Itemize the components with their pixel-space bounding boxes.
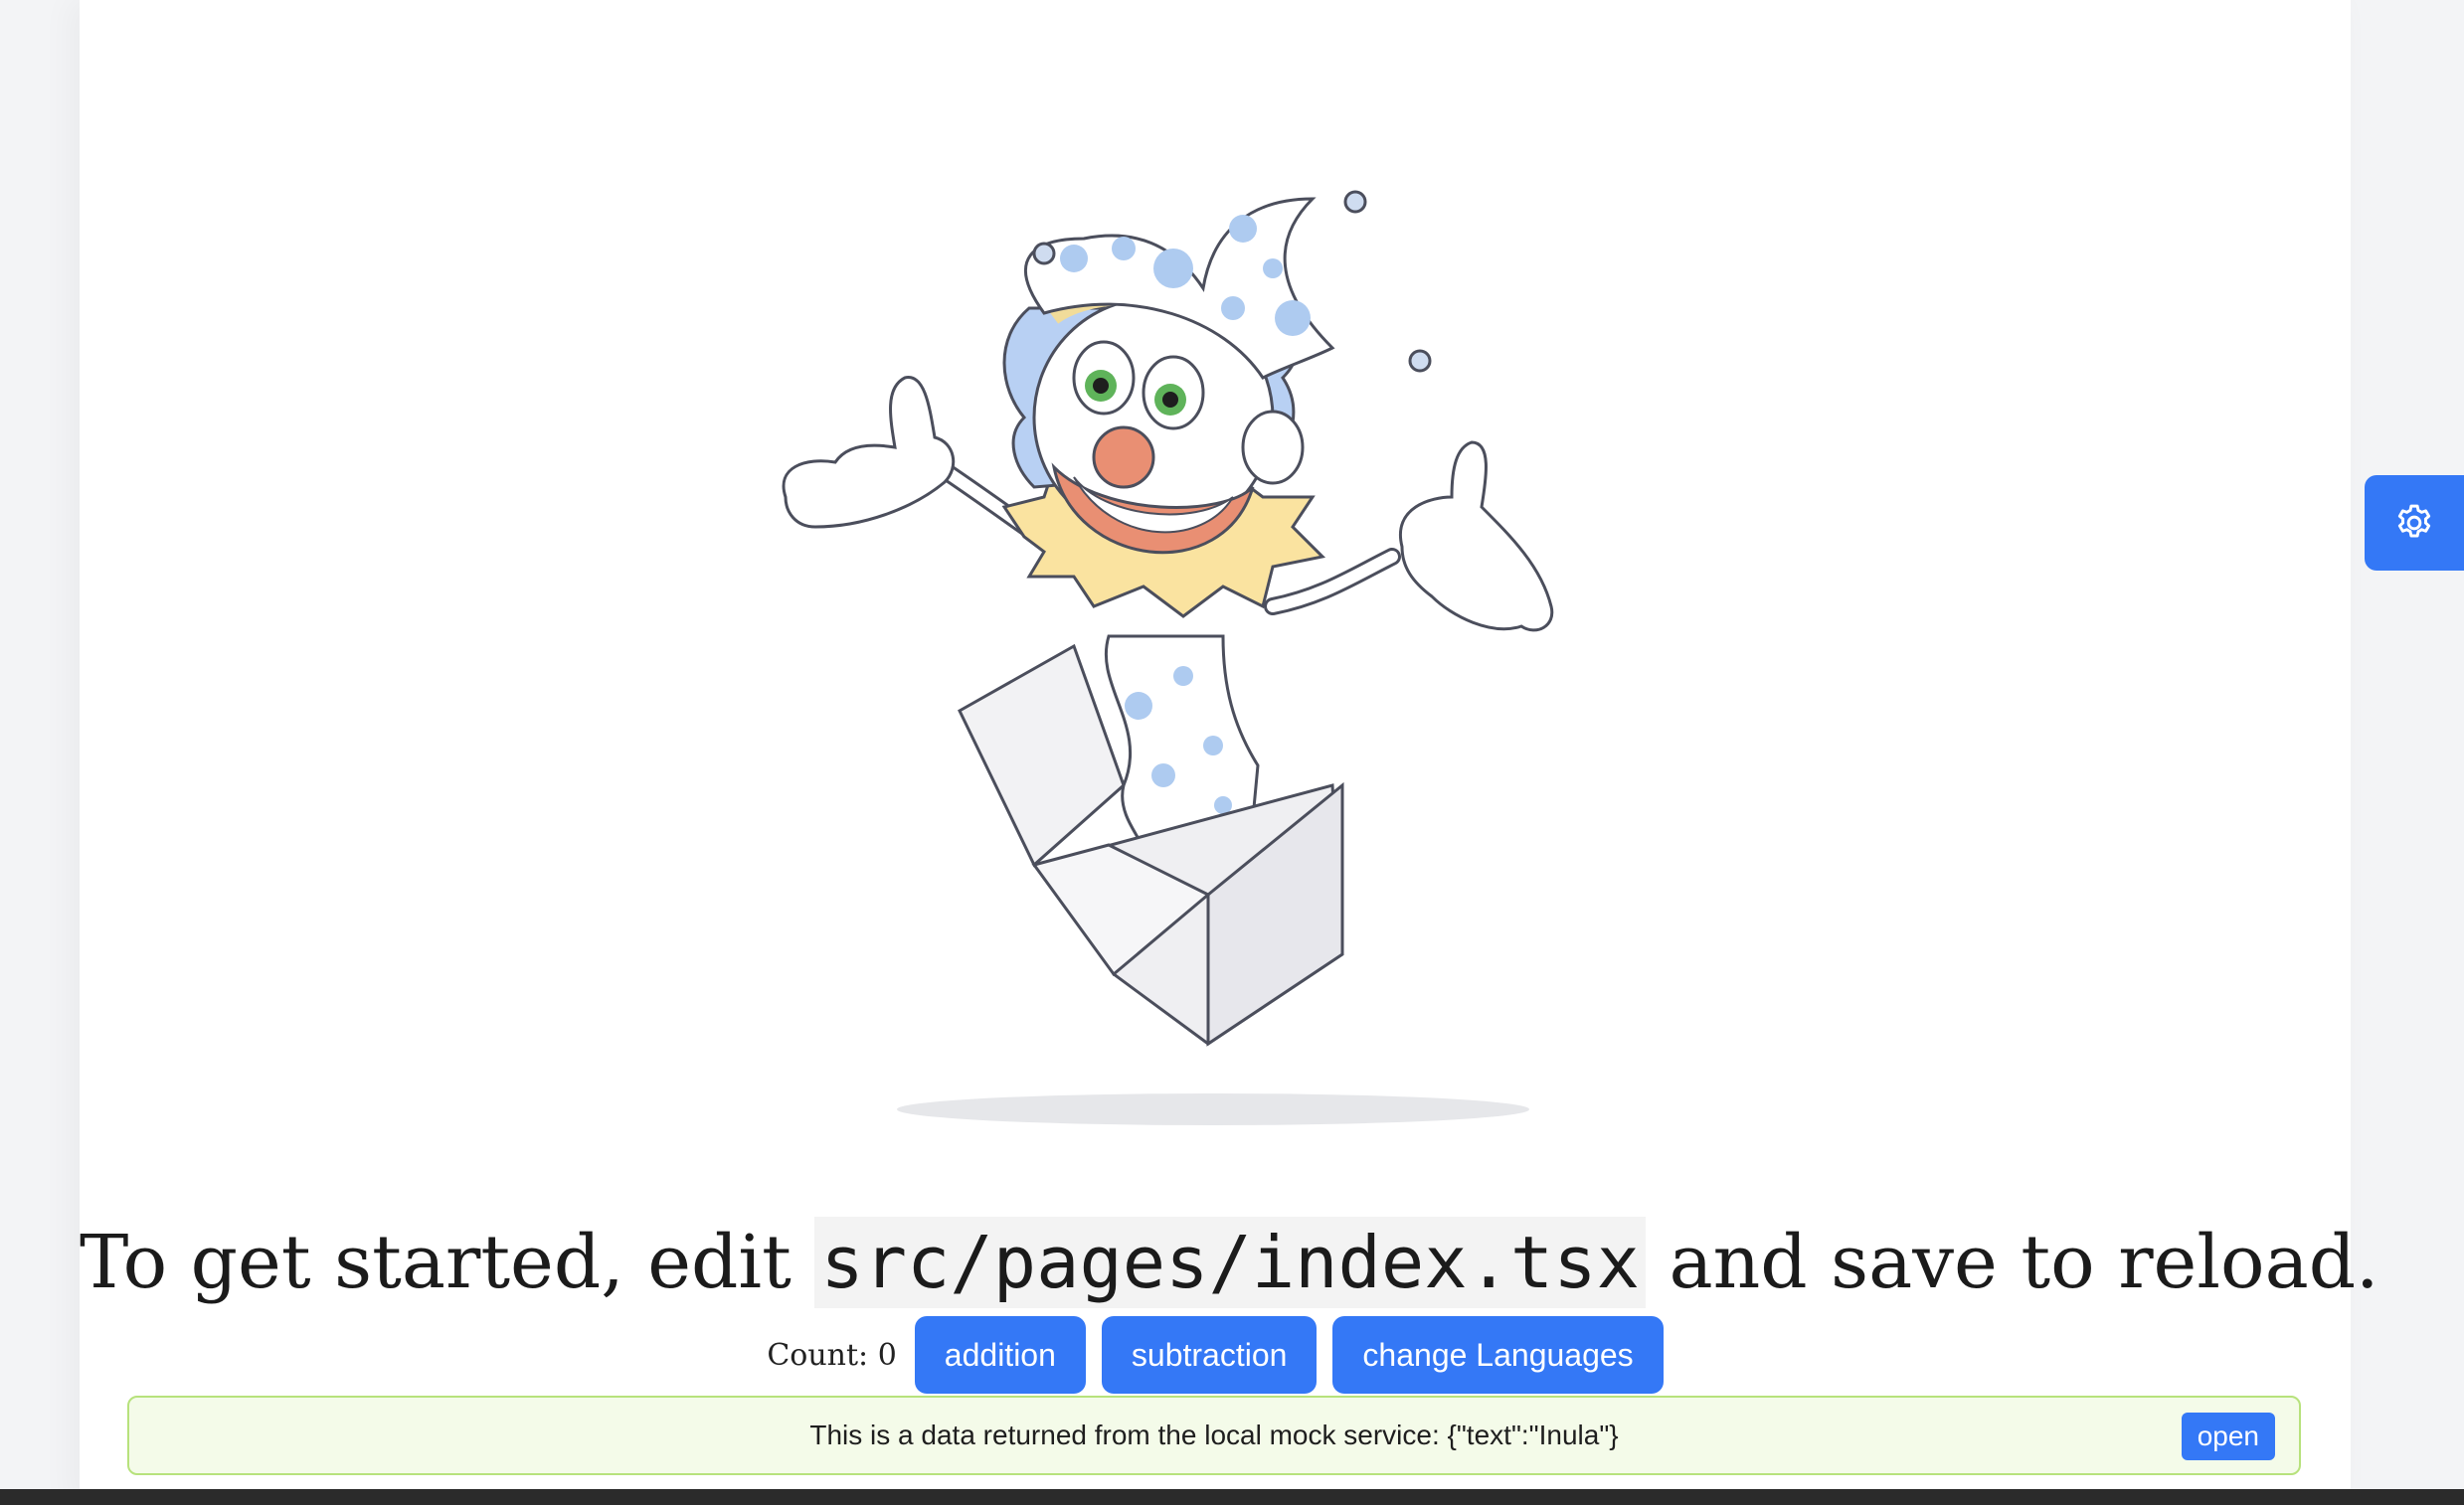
alert-message: This is a data returned from the local m… (809, 1420, 1619, 1450)
change-languages-button[interactable]: change Languages (1332, 1316, 1664, 1394)
count-label: Count: (767, 1337, 869, 1373)
alert-open-button[interactable]: open (2181, 1413, 2275, 1460)
count-value: 0 (877, 1337, 897, 1373)
jester-illustration (756, 169, 1591, 1143)
headline-text-before: To get started, edit (80, 1220, 815, 1305)
subtraction-button[interactable]: subtraction (1101, 1316, 1318, 1394)
gear-icon (2397, 504, 2431, 538)
headline-text-after: and save to reload. (1645, 1220, 2379, 1305)
bottom-edge (0, 1489, 2464, 1505)
headline-code-path: src/pages/index.tsx (814, 1217, 1646, 1308)
count-display: Count: 0 (767, 1338, 896, 1373)
settings-button[interactable] (2365, 475, 2464, 571)
addition-button[interactable]: addition (914, 1316, 1086, 1394)
viewport: To get started, edit src/pages/index.tsx… (0, 0, 2464, 1505)
counter-controls: Count: 0 addition subtraction change Lan… (80, 1316, 2351, 1394)
jester-illustration-svg (782, 190, 1554, 1125)
getting-started-headline: To get started, edit src/pages/index.tsx… (80, 1208, 2379, 1317)
mock-data-alert: This is a data returned from the local m… (127, 1396, 2301, 1475)
